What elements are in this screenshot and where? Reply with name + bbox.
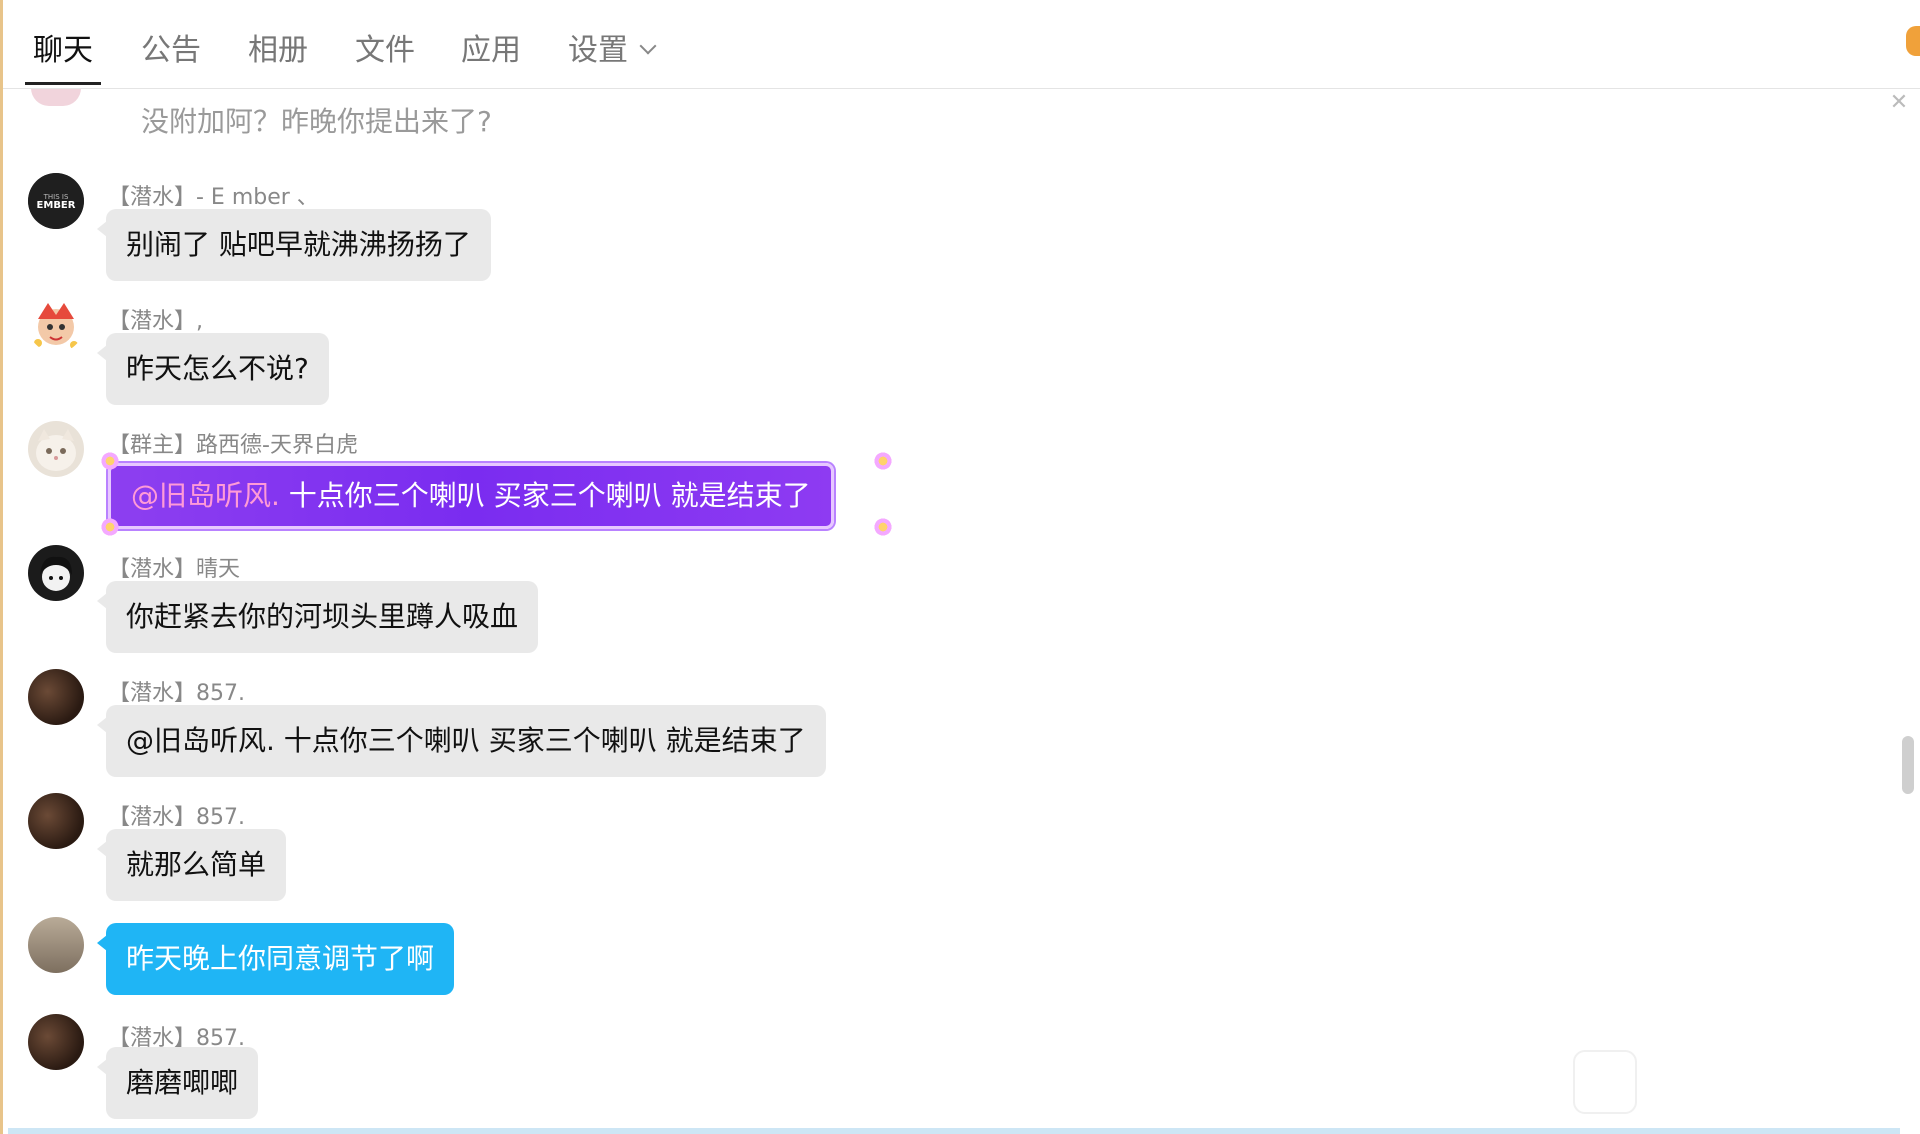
message-bubble[interactable]: 昨天晚上你同意调节了啊 — [96, 923, 455, 995]
avatar-ember-icon: THIS IS EMBER — [28, 173, 84, 229]
notification-icon[interactable] — [1906, 26, 1920, 56]
avatar-cat-icon — [28, 421, 84, 477]
message-bubble[interactable]: 别闹了 贴吧早就沸沸扬扬了 — [97, 209, 491, 281]
watermark-icon — [1573, 1050, 1637, 1114]
bubble-decoration-icon — [100, 451, 120, 471]
sender-name: 【潜水】晴天 — [108, 557, 241, 582]
sender-name: 【群主】路西德-天界白虎 — [108, 433, 358, 458]
bubble-decoration-icon — [873, 517, 893, 537]
bubble-decoration-icon — [100, 517, 120, 537]
sender-name: 【潜水】857. — [108, 681, 245, 706]
avatar[interactable] — [28, 297, 84, 353]
sender-name: 【潜水】857. — [108, 805, 245, 830]
tab-bar: 聊天 公告 相册 文件 应用 设置 — [3, 0, 1920, 89]
avatar[interactable] — [28, 669, 84, 725]
message-bubble[interactable]: @旧岛听风. 十点你三个喇叭 买家三个喇叭 就是结束了 — [97, 705, 826, 777]
bubble-decoration-icon — [873, 451, 893, 471]
tab-chat[interactable]: 聊天 — [25, 30, 101, 85]
chevron-down-icon — [639, 37, 657, 55]
avatar[interactable] — [28, 1014, 84, 1070]
avatar[interactable] — [28, 421, 84, 477]
message-bubble[interactable]: 磨磨唧唧 — [96, 1047, 259, 1119]
sender-name: 【潜水】- E mber 、 — [108, 185, 319, 210]
avatar-cartoon-icon — [28, 297, 84, 353]
message-bubble[interactable]: 你赶紧去你的河坝头里蹲人吸血 — [96, 581, 539, 653]
message-bubble[interactable]: 昨天怎么不说? — [97, 333, 329, 405]
message-text: 十点你三个喇叭 买家三个喇叭 就是结束了 — [279, 479, 811, 512]
message-text: 没附加阿？昨晚你提出来了? — [141, 105, 492, 138]
tab-apps[interactable]: 应用 — [461, 30, 521, 82]
tab-settings-label: 设置 — [568, 33, 628, 68]
avatar-girl-icon — [28, 545, 84, 601]
close-icon[interactable]: ✕ — [1888, 92, 1910, 114]
avatar[interactable] — [31, 88, 81, 106]
tab-settings[interactable]: 设置 — [568, 30, 657, 82]
avatar[interactable] — [28, 793, 84, 849]
avatar[interactable] — [28, 917, 84, 973]
avatar[interactable] — [28, 545, 84, 601]
scrollbar[interactable] — [1902, 736, 1914, 794]
tab-files[interactable]: 文件 — [355, 30, 415, 82]
message-bubble[interactable]: @旧岛听风. 十点你三个喇叭 买家三个喇叭 就是结束了 — [108, 463, 834, 529]
avatar[interactable]: THIS IS EMBER — [28, 173, 84, 229]
tab-album[interactable]: 相册 — [248, 30, 308, 82]
tab-announcement[interactable]: 公告 — [141, 30, 201, 82]
chat-window: 聊天 公告 相册 文件 应用 设置 ✕ 没附加阿？昨晚你提出来了? THIS I… — [0, 0, 1920, 1134]
sender-name: 【潜水】, — [108, 309, 203, 334]
svg-text:EMBER: EMBER — [37, 200, 76, 211]
mention-link[interactable]: @旧岛听风. — [131, 479, 280, 512]
input-divider — [8, 1128, 1900, 1134]
message-bubble[interactable]: 就那么简单 — [96, 829, 287, 901]
